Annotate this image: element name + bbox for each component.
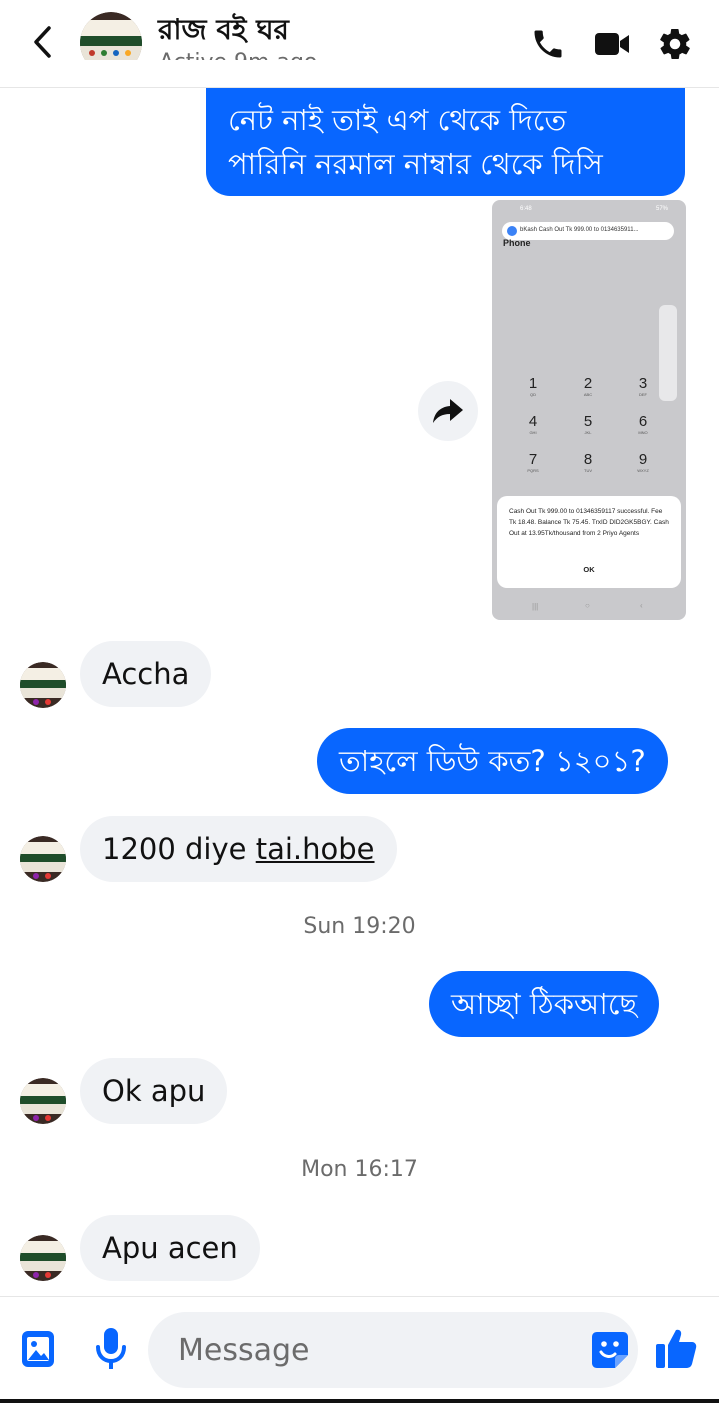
contact-name[interactable]: রাজ বই ঘর [158, 8, 289, 55]
gallery-button[interactable] [18, 1327, 58, 1371]
chat-screen: রাজ বই ঘর Active 9m ago নেট নাই তাই এপ থ… [0, 0, 719, 1403]
screenshot-dialog: Cash Out Tk 999.00 to 01346359117 succes… [497, 496, 681, 588]
gear-icon [660, 29, 690, 60]
keypad-key: 1 QD [528, 375, 538, 398]
timestamp-divider: Mon 16:17 [301, 1157, 418, 1182]
screenshot-nav-bar: ||| ○ ‹ [532, 601, 643, 611]
incoming-message[interactable]: 1200 diye tai.hobe [80, 816, 397, 882]
sender-avatar[interactable] [20, 1235, 66, 1281]
outgoing-message[interactable]: তাহলে ডিউ কত? ১২০১? [317, 728, 668, 794]
screenshot-battery: 57% [656, 206, 669, 212]
sticker-smiley-icon [592, 1332, 628, 1368]
back-button[interactable] [22, 22, 62, 62]
screenshot-time: 6:48 [520, 206, 532, 212]
keypad-key: 3 DEF [638, 375, 648, 398]
notification-text: bKash Cash Out Tk 999.00 to 0134635911..… [520, 227, 639, 233]
message-line: পারিনি নরমাল নাম্বার থেকে দিসি [228, 147, 603, 181]
share-arrow-icon [433, 399, 463, 423]
message-input[interactable] [148, 1312, 638, 1388]
keypad-key: 8 TUV [583, 451, 593, 474]
outgoing-message[interactable]: আচ্ছা ঠিকআছে [429, 971, 660, 1037]
phone-icon [534, 30, 562, 58]
microphone-icon [96, 1328, 126, 1369]
incoming-message[interactable]: Accha [80, 641, 212, 707]
voice-message-button[interactable] [90, 1325, 132, 1373]
forward-button[interactable] [418, 381, 478, 441]
incoming-message[interactable]: Ok apu [80, 1058, 228, 1124]
dialog-message: Cash Out Tk 999.00 to 01346359117 succes… [509, 508, 669, 537]
system-nav-bar [0, 1399, 719, 1403]
message-text: 1200 diye [102, 832, 256, 866]
keypad-key: 9 WXYZ [637, 451, 649, 474]
voice-call-button[interactable] [528, 24, 568, 64]
sender-avatar[interactable] [20, 1078, 66, 1124]
thumbs-up-icon [656, 1329, 697, 1368]
keypad-key: 7 PQRS [527, 451, 539, 474]
incoming-message[interactable]: Apu acen [80, 1215, 260, 1281]
sticker-button[interactable] [588, 1327, 632, 1373]
bkash-icon [507, 226, 517, 236]
sender-avatar[interactable] [20, 836, 66, 882]
video-camera-icon [595, 33, 629, 55]
sender-avatar[interactable] [20, 662, 66, 708]
video-call-button[interactable] [592, 24, 632, 64]
keypad-key: 5 JKL [583, 413, 593, 436]
header-shadow-mask [0, 60, 719, 88]
keypad-key: 2 ABC [583, 375, 593, 398]
keypad-key: 6 MNO [638, 413, 648, 436]
like-button[interactable] [652, 1323, 700, 1373]
message-composer [0, 1296, 719, 1403]
chevron-left-icon [34, 26, 51, 58]
settings-button[interactable] [655, 24, 695, 64]
message-link[interactable]: tai.hobe [256, 832, 375, 866]
dialog-ok: OK [583, 565, 595, 574]
keypad-key: 4 GHI [528, 413, 538, 436]
message-line: নেট নাই তাই এপ থেকে দিতে [228, 103, 567, 137]
image-icon [22, 1331, 54, 1367]
timestamp-divider: Sun 19:20 [303, 914, 416, 939]
shared-screenshot-image[interactable]: 6:48 57% bKash Cash Out Tk 999.00 to 013… [492, 200, 686, 620]
screenshot-app-label: Phone [503, 238, 531, 248]
